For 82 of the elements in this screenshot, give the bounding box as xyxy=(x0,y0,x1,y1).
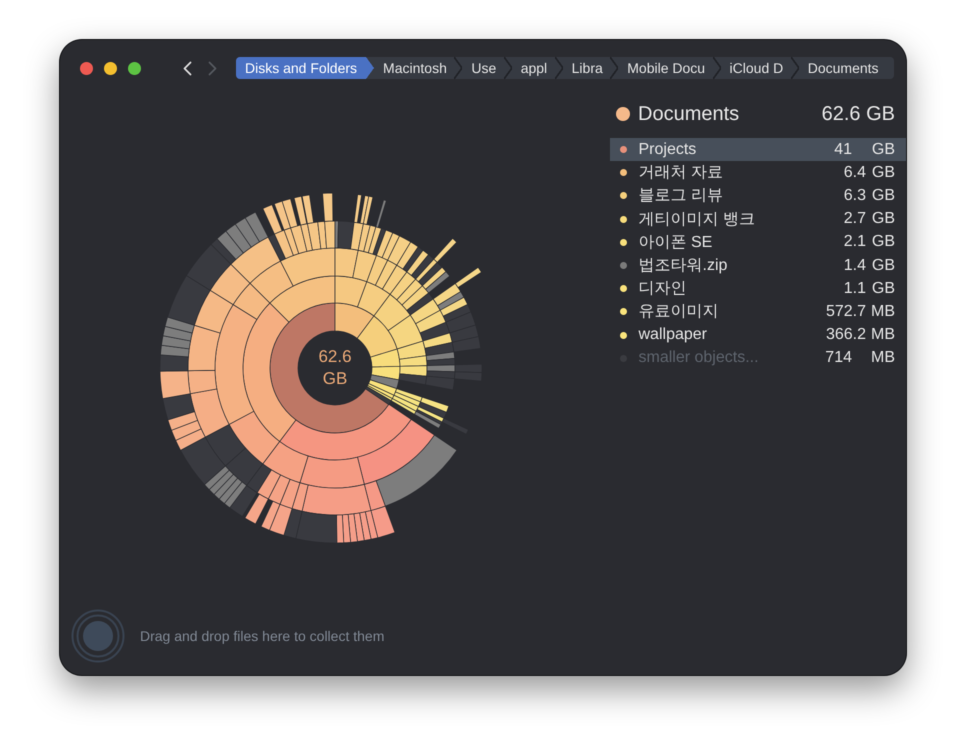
sunburst-segment xyxy=(282,198,298,228)
list-row[interactable]: 법조타워.zip 1.4 GB xyxy=(610,254,906,278)
size-unit: GB xyxy=(870,186,895,205)
item-name: smaller objects... xyxy=(638,349,760,368)
breadcrumb-item[interactable]: Disks and Folders xyxy=(236,57,374,79)
dot-icon xyxy=(616,107,630,121)
sunburst-segment xyxy=(376,230,394,258)
sunburst-segment xyxy=(433,238,457,263)
size-unit: MB xyxy=(870,326,895,344)
list-row[interactable]: Projects 41 GB xyxy=(610,138,906,162)
list-row[interactable]: 게티이미지 뱅크 2.7 GB xyxy=(610,208,906,231)
item-name: 아이폰 SE xyxy=(638,232,714,253)
item-size: 2.1 xyxy=(844,233,866,252)
sunburst-segment xyxy=(446,312,476,334)
folder-name: Documents xyxy=(638,102,740,126)
close-button[interactable] xyxy=(80,62,93,74)
list-row[interactable]: wallpaper 366.2 MB xyxy=(610,324,906,347)
sunburst-segment xyxy=(390,272,416,300)
list-row[interactable]: 아이폰 SE 2.1 GB xyxy=(610,230,906,254)
sunburst-segment xyxy=(406,250,429,276)
minimize-button[interactable] xyxy=(104,62,117,74)
sunburst-segment xyxy=(294,196,308,226)
size-unit: GB xyxy=(870,140,895,159)
size-unit: GB xyxy=(870,233,895,252)
sunburst-segment xyxy=(432,283,461,306)
item-size: 2.7 xyxy=(844,210,866,228)
size-unit: GB xyxy=(870,210,895,228)
chevron-right-icon xyxy=(208,60,217,76)
back-button[interactable] xyxy=(183,60,192,76)
list-row[interactable]: 거래처 자료 6.4 GB xyxy=(610,161,906,184)
sunburst-segment xyxy=(449,324,479,343)
size-unit: GB xyxy=(870,280,895,298)
sunburst-segment xyxy=(363,196,374,225)
chevron-left-icon xyxy=(183,60,192,76)
sunburst-segment xyxy=(260,500,280,531)
size-unit: GB xyxy=(870,164,895,182)
sunburst-segment xyxy=(396,278,423,306)
sunburst-segment xyxy=(454,371,482,382)
item-size: 41 xyxy=(834,140,853,159)
sunburst-segment xyxy=(454,267,482,288)
sunburst-segment xyxy=(442,304,472,323)
list-row[interactable]: 유료이미지 572.7 MB xyxy=(610,300,906,324)
target-icon xyxy=(71,609,125,663)
sunburst-segment xyxy=(302,194,314,224)
list-row[interactable]: smaller objects... 714 MB xyxy=(610,346,906,370)
sunburst-segment xyxy=(418,262,442,286)
sunburst-segment xyxy=(244,494,269,524)
item-size: 1.4 xyxy=(844,256,866,275)
sunburst-segment xyxy=(376,200,387,228)
item-size: 6.4 xyxy=(844,164,866,182)
sunburst-segment xyxy=(437,291,464,311)
item-name: Projects xyxy=(638,140,698,159)
sunburst-segment xyxy=(411,254,434,280)
total-size-label: 62.6 GB xyxy=(317,346,353,390)
item-name: 법조타워.zip xyxy=(638,256,728,276)
sunburst-segment xyxy=(274,200,291,230)
list-row[interactable]: 디자인 1.1 GB xyxy=(610,277,906,300)
sunburst-segment xyxy=(269,504,292,536)
item-size: 1.1 xyxy=(844,280,866,298)
sunburst-segment xyxy=(396,242,419,270)
item-name: wallpaper xyxy=(638,326,708,344)
folder-size: 62.6 GB xyxy=(822,102,895,126)
size-unit: GB xyxy=(870,256,895,275)
item-size: 6.3 xyxy=(844,186,866,205)
sunburst-segment xyxy=(382,232,400,261)
size-unit: MB xyxy=(870,302,895,321)
item-name: 거래처 자료 xyxy=(638,163,724,184)
sunburst-segment xyxy=(262,204,282,234)
sunburst-segment xyxy=(425,271,450,294)
item-size: 572.7 xyxy=(826,302,866,321)
item-name: 유료이미지 xyxy=(638,302,720,322)
zoom-button[interactable] xyxy=(128,62,141,74)
sunburst-segment xyxy=(440,296,468,316)
item-size: 714 xyxy=(825,349,853,368)
item-size: 366.2 xyxy=(826,326,866,344)
size-unit: MB xyxy=(870,349,895,368)
list-row[interactable]: 블로그 리뷰 6.3 GB xyxy=(610,184,906,208)
item-name: 디자인 xyxy=(638,279,688,300)
item-name: 블로그 리뷰 xyxy=(638,186,724,206)
item-name: 게티이미지 뱅크 xyxy=(638,210,756,230)
sunburst-segment xyxy=(229,485,258,517)
drop-hint: Drag and drop files here to collect them xyxy=(140,628,384,644)
